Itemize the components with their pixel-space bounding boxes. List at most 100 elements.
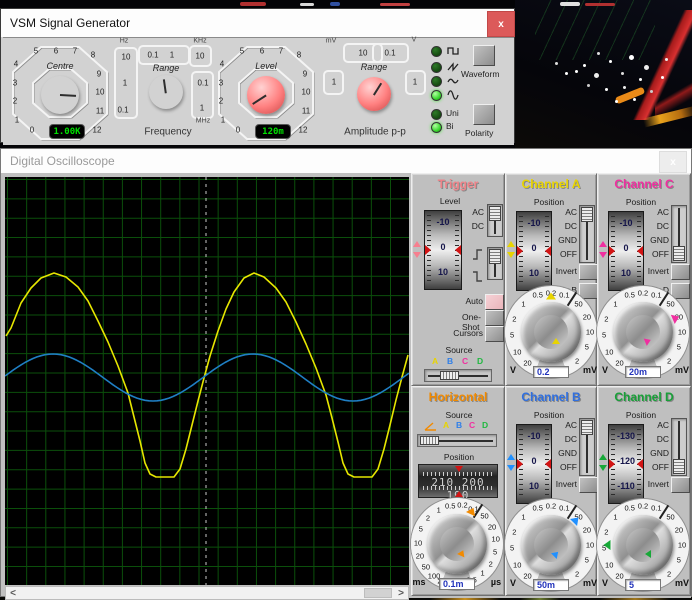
horizontal-source-slider[interactable] <box>417 434 497 447</box>
scrollbar-thumb[interactable] <box>364 588 392 598</box>
freq-range-label: Range <box>153 63 180 73</box>
channel-a-coupling-switch[interactable] <box>579 205 595 263</box>
trigger-ac-dc-switch[interactable] <box>487 204 503 237</box>
channel-a-position-arrows[interactable] <box>506 240 515 260</box>
channel-c-gain-knob[interactable] <box>613 302 673 362</box>
channel-d-gain-knob-tick: 0.1 <box>651 504 661 513</box>
channel-b-gain-knob[interactable] <box>521 515 581 575</box>
scope-h-scrollbar[interactable]: < > <box>5 586 409 600</box>
signal-generator-close-button[interactable]: x <box>487 11 515 37</box>
channel-b-gain-knob-tick: 10 <box>586 541 594 550</box>
channel-b-position-arrows[interactable] <box>506 453 515 473</box>
wallpaper-smudge <box>560 2 580 6</box>
channel-a-gain-knob-knob-pointer <box>552 338 560 344</box>
channel-b-gain-knob-hub <box>534 528 568 562</box>
channel-a-gain-knob-tick: 2 <box>512 314 516 323</box>
horizontal-timebase-knob-value-display: 0.1m <box>439 578 475 590</box>
signal-generator-titlebar[interactable]: VSM Signal Generator x <box>1 9 514 37</box>
waveform-button[interactable] <box>473 45 495 66</box>
channel-a-ab-button[interactable] <box>579 283 598 299</box>
channel-b-gain-knob-tick: 10 <box>513 560 521 569</box>
freq-range-tick: 1 <box>200 104 204 113</box>
level-tick: 6 <box>260 47 264 56</box>
trigger-auto-button[interactable] <box>485 294 504 310</box>
channel-d-gain-knob-tick: 2 <box>667 569 671 578</box>
scroll-right-arrow[interactable]: > <box>394 587 408 599</box>
amp-range-knob[interactable] <box>357 77 391 111</box>
trigger-source-slider[interactable] <box>424 369 492 382</box>
oscilloscope-titlebar[interactable]: Digital Oscilloscope x <box>1 149 691 173</box>
trigger-coupling-dc: DC <box>472 221 484 231</box>
centre-tick: 9 <box>97 70 101 79</box>
trigger-edge-switch-thumb[interactable] <box>489 249 501 264</box>
trigger-level-adjust-arrows[interactable] <box>412 240 421 260</box>
channel-b-invert-button[interactable] <box>579 477 598 493</box>
channel-a-gain-knob[interactable] <box>521 302 581 362</box>
channel-a-gain-knob-tick: 20 <box>523 359 531 368</box>
marker-triangle <box>599 465 607 471</box>
centre-tick: 2 <box>13 97 17 106</box>
channel-a-coupling-off: OFF <box>560 249 577 259</box>
trigger-edge-icons <box>472 248 484 282</box>
level-knob[interactable] <box>247 76 285 114</box>
channel-d-invert-button[interactable] <box>671 477 690 493</box>
level-tick: 8 <box>297 51 301 60</box>
horizontal-source-slider-thumb[interactable] <box>420 436 439 445</box>
trigger-edge-switch[interactable] <box>487 247 503 280</box>
oscilloscope-close-button[interactable]: x <box>659 151 687 173</box>
counter-ruler-bottom <box>423 486 493 490</box>
trigger-cursors-button[interactable] <box>485 326 504 342</box>
level-tick: 0 <box>236 126 240 135</box>
channel-a-coupling-switch-thumb[interactable] <box>581 207 593 222</box>
trigger-ac-dc-switch-thumb[interactable] <box>489 206 501 221</box>
freq-range-tick: 10 <box>196 52 205 61</box>
horizontal-timebase-knob[interactable] <box>427 514 487 574</box>
channel-d-gain-knob-knob-pointer <box>645 550 651 558</box>
channel-b-coupling-switch[interactable] <box>579 418 595 476</box>
trigger-source-slider-thumb[interactable] <box>440 371 459 380</box>
polarity-uni-led <box>431 109 442 120</box>
scale-marker-right <box>637 246 643 256</box>
channel-a-invert-button[interactable] <box>579 264 598 280</box>
channel-d-coupling-ac: AC <box>657 420 669 430</box>
channel-d-position-arrows[interactable] <box>598 453 607 473</box>
channel-b-coupling-ac: AC <box>565 420 577 430</box>
wallpaper-smudge <box>585 3 615 6</box>
trigger-oneshot-button[interactable] <box>485 310 504 326</box>
horizontal-timebase-knob-tick: 5 <box>419 525 423 534</box>
channel-b-trace <box>5 354 409 401</box>
channel-c-coupling-off: OFF <box>652 249 669 259</box>
channel-d-gain-knob-tick: 10 <box>678 541 686 550</box>
freq-range-tick: 0.1 <box>117 106 128 115</box>
polarity-bi-label: Bi <box>446 121 454 131</box>
channel-c-coupling-switch-thumb[interactable] <box>673 246 685 261</box>
trigger-level-scale-value: 10 <box>425 267 461 277</box>
channel-a-gain-knob-unit-right: mV <box>583 365 597 375</box>
channel-d-coupling-switch[interactable] <box>671 418 687 476</box>
channel-d-coupling-switch-thumb[interactable] <box>673 459 685 474</box>
channel-d-gain-knob[interactable] <box>613 515 673 575</box>
channel-c-cd-button[interactable] <box>671 283 690 299</box>
freq-range-knob[interactable] <box>149 75 183 109</box>
channel-a-position-scale-value: 10 <box>517 268 551 278</box>
level-display: 120m <box>255 124 291 139</box>
channel-b-title: Channel B <box>506 390 596 404</box>
scroll-left-arrow[interactable]: < <box>6 587 20 599</box>
channel-c-coupling-switch[interactable] <box>671 205 687 263</box>
triangle-wave-led <box>431 76 442 87</box>
polarity-button[interactable] <box>473 104 495 125</box>
amplitude-caption: Amplitude p-p <box>344 127 406 138</box>
horizontal-section: HorizontalSourceABCDPosition210 200 1901… <box>411 386 505 596</box>
channel-c-invert-button[interactable] <box>671 264 690 280</box>
level-tick: 3 <box>219 79 223 88</box>
signal-generator-panel: 0123456789101112Centre1.00K0123456789101… <box>3 37 514 145</box>
horizontal-position-counter[interactable]: 210 200 190 <box>418 464 498 498</box>
channel-b-coupling-switch-thumb[interactable] <box>581 420 593 435</box>
centre-knob[interactable] <box>41 76 79 114</box>
channel-b-position-scale-value: 10 <box>517 481 551 491</box>
channel-c-gain-knob-tick: 10 <box>678 328 686 337</box>
channel-a-title: Channel A <box>506 177 596 191</box>
channel-d-gain-knob-setting-marker <box>604 540 611 550</box>
channel-a-position-scale-value: -10 <box>517 218 551 228</box>
channel-c-position-arrows[interactable] <box>598 240 607 260</box>
